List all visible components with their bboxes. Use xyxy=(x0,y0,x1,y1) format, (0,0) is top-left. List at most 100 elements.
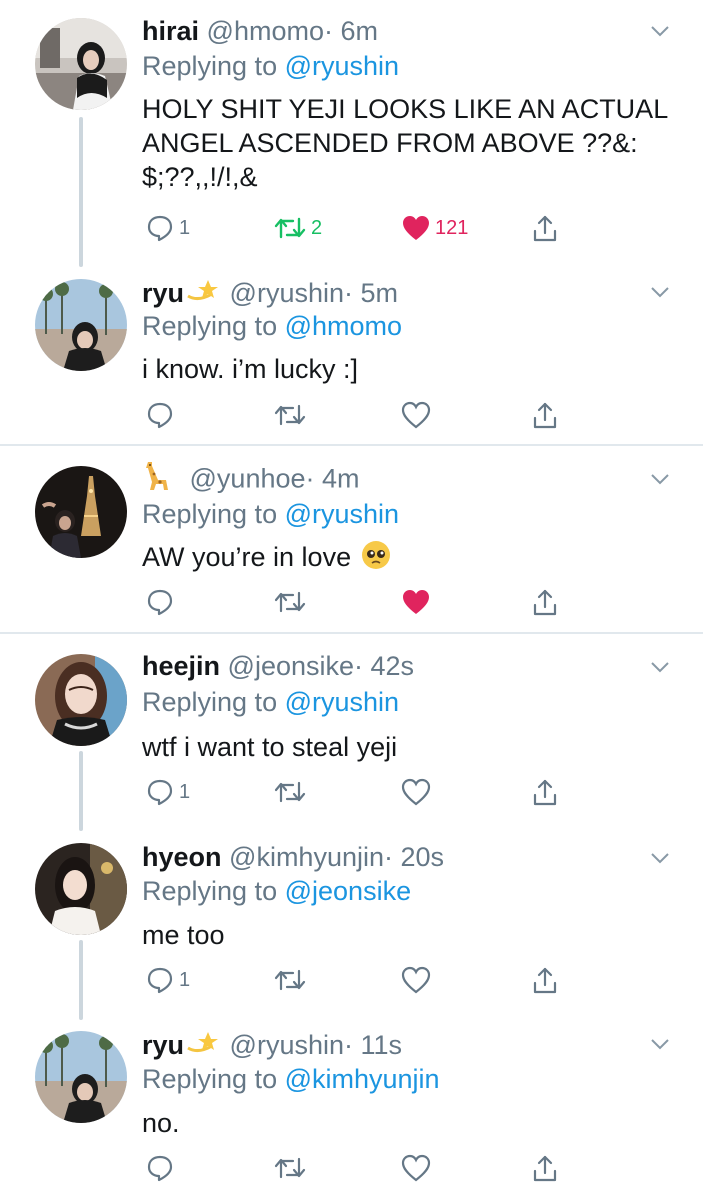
tweet-2[interactable]: ryu @ryushin· 5m Replying to @hmomo i kn… xyxy=(0,265,703,445)
display-name[interactable]: ryu xyxy=(142,1030,184,1060)
display-name[interactable]: hyeon xyxy=(142,842,222,872)
retweet-button[interactable]: 2 xyxy=(273,210,322,246)
chevron-down-icon[interactable] xyxy=(650,472,670,486)
tweet-6[interactable]: ryu @ryushin· 11s Replying to @kimhyunji… xyxy=(0,1017,703,1200)
like-button[interactable] xyxy=(401,397,431,433)
share-button[interactable] xyxy=(530,210,560,246)
mention-link[interactable]: @ryushin xyxy=(285,499,399,529)
reply-button[interactable] xyxy=(145,397,175,433)
display-name[interactable]: heejin xyxy=(142,651,220,681)
replying-to: Replying to @ryushin xyxy=(142,48,399,84)
chevron-down-icon[interactable] xyxy=(650,1037,670,1051)
tweet-5[interactable]: hyeon @kimhyunjin· 20s Replying to @jeon… xyxy=(0,827,703,1020)
display-name[interactable]: hirai xyxy=(142,16,199,46)
handle[interactable]: @kimhyunjin xyxy=(229,842,384,872)
retweet-button[interactable] xyxy=(273,774,307,810)
handle[interactable]: @hmomo xyxy=(207,16,324,46)
timestamp[interactable]: · 4m xyxy=(306,464,360,494)
replying-to-label: Replying to xyxy=(142,51,278,81)
like-button[interactable] xyxy=(401,774,431,810)
chevron-down-icon[interactable] xyxy=(650,24,670,38)
timestamp[interactable]: · 20s xyxy=(384,842,444,872)
avatar-ryu[interactable] xyxy=(35,279,127,371)
retweet-button[interactable] xyxy=(273,1150,307,1186)
like-button[interactable]: 121 xyxy=(401,210,468,246)
reply-count: 1 xyxy=(179,968,191,991)
replying-to: Replying to @hmomo xyxy=(142,308,402,344)
reply-button[interactable] xyxy=(145,1150,175,1186)
like-button[interactable] xyxy=(401,584,431,620)
replying-to: Replying to @kimhyunjin xyxy=(142,1061,440,1097)
share-button[interactable] xyxy=(530,397,560,433)
handle[interactable]: @ryushin xyxy=(230,278,344,308)
display-name[interactable]: ryu xyxy=(142,278,184,308)
retweet-icon xyxy=(274,217,306,239)
mention-link[interactable]: @kimhyunjin xyxy=(285,1064,440,1094)
chevron-down-icon[interactable] xyxy=(650,285,670,299)
retweet-button[interactable] xyxy=(273,962,307,998)
retweet-count: 2 xyxy=(311,216,323,239)
avatar-heejin[interactable] xyxy=(35,654,127,746)
reply-button[interactable] xyxy=(145,584,175,620)
tweet-4[interactable]: heejin @jeonsike· 42s Replying to @ryush… xyxy=(0,634,703,831)
chevron-down-icon[interactable] xyxy=(650,660,670,674)
tweet-header: heejin @jeonsike· 42s xyxy=(142,648,414,684)
mention-link[interactable]: @ryushin xyxy=(285,687,399,717)
pleading-face-emoji-icon xyxy=(361,540,391,578)
timestamp[interactable]: · 42s xyxy=(354,651,414,681)
share-button[interactable] xyxy=(530,774,560,810)
avatar-photo xyxy=(35,466,127,558)
share-button[interactable] xyxy=(530,962,560,998)
tweet-text-row: AW you’re in love xyxy=(142,540,682,578)
mention-link[interactable]: @ryushin xyxy=(285,51,399,81)
handle[interactable]: @ryushin xyxy=(230,1030,344,1060)
reply-icon xyxy=(147,589,173,616)
share-button[interactable] xyxy=(530,584,560,620)
tweet-text: wtf i want to steal yeji xyxy=(142,732,398,762)
mention-link[interactable]: @hmomo xyxy=(285,311,402,341)
like-button[interactable] xyxy=(401,962,431,998)
handle[interactable]: @jeonsike xyxy=(228,651,354,681)
avatar-yunhoe[interactable] xyxy=(35,466,127,558)
chevron-down-icon[interactable] xyxy=(650,851,670,865)
tweet-actions xyxy=(145,397,575,433)
timestamp[interactable]: · 11s xyxy=(344,1030,402,1060)
retweet-button[interactable] xyxy=(273,397,307,433)
avatar-photo xyxy=(35,279,127,371)
thread-line xyxy=(79,940,83,1020)
replying-to-label: Replying to xyxy=(142,499,278,529)
reply-icon xyxy=(147,402,173,429)
like-count: 121 xyxy=(435,216,469,239)
heart-icon xyxy=(401,1154,431,1182)
reply-count: 1 xyxy=(179,780,191,803)
avatar-photo xyxy=(35,654,127,746)
reply-icon xyxy=(147,967,173,994)
tweet-text: AW you’re in love xyxy=(142,542,352,573)
reply-button[interactable]: 1 xyxy=(145,210,190,246)
share-icon xyxy=(533,589,557,616)
avatar-hirai[interactable] xyxy=(35,18,127,110)
timestamp[interactable]: · 5m xyxy=(344,278,398,308)
like-button[interactable] xyxy=(401,1150,431,1186)
timestamp[interactable]: · 6m xyxy=(324,16,378,46)
tweet-3[interactable]: @yunhoe· 4m Replying to @ryushin AW you’… xyxy=(0,446,703,632)
avatar-photo xyxy=(35,1031,127,1123)
replying-to-label: Replying to xyxy=(142,876,278,906)
share-icon xyxy=(533,967,557,994)
tweet-header: @yunhoe· 4m xyxy=(142,460,360,496)
tweet-actions: 1 xyxy=(145,774,575,810)
reply-icon xyxy=(147,1155,173,1182)
mention-link[interactable]: @jeonsike xyxy=(285,876,411,906)
avatar-hyeon[interactable] xyxy=(35,843,127,935)
handle[interactable]: @yunhoe xyxy=(190,464,306,494)
retweet-icon xyxy=(274,1157,306,1179)
tweet-header: hyeon @kimhyunjin· 20s xyxy=(142,839,444,875)
avatar-ryu[interactable] xyxy=(35,1031,127,1123)
reply-button[interactable]: 1 xyxy=(145,774,190,810)
replying-to: Replying to @ryushin xyxy=(142,496,399,532)
reply-button[interactable]: 1 xyxy=(145,962,190,998)
retweet-button[interactable] xyxy=(273,584,307,620)
dizzy-star-emoji-icon xyxy=(186,1028,222,1065)
tweet-1[interactable]: hirai @hmomo· 6m Replying to @ryushin HO… xyxy=(0,0,703,267)
share-button[interactable] xyxy=(530,1150,560,1186)
